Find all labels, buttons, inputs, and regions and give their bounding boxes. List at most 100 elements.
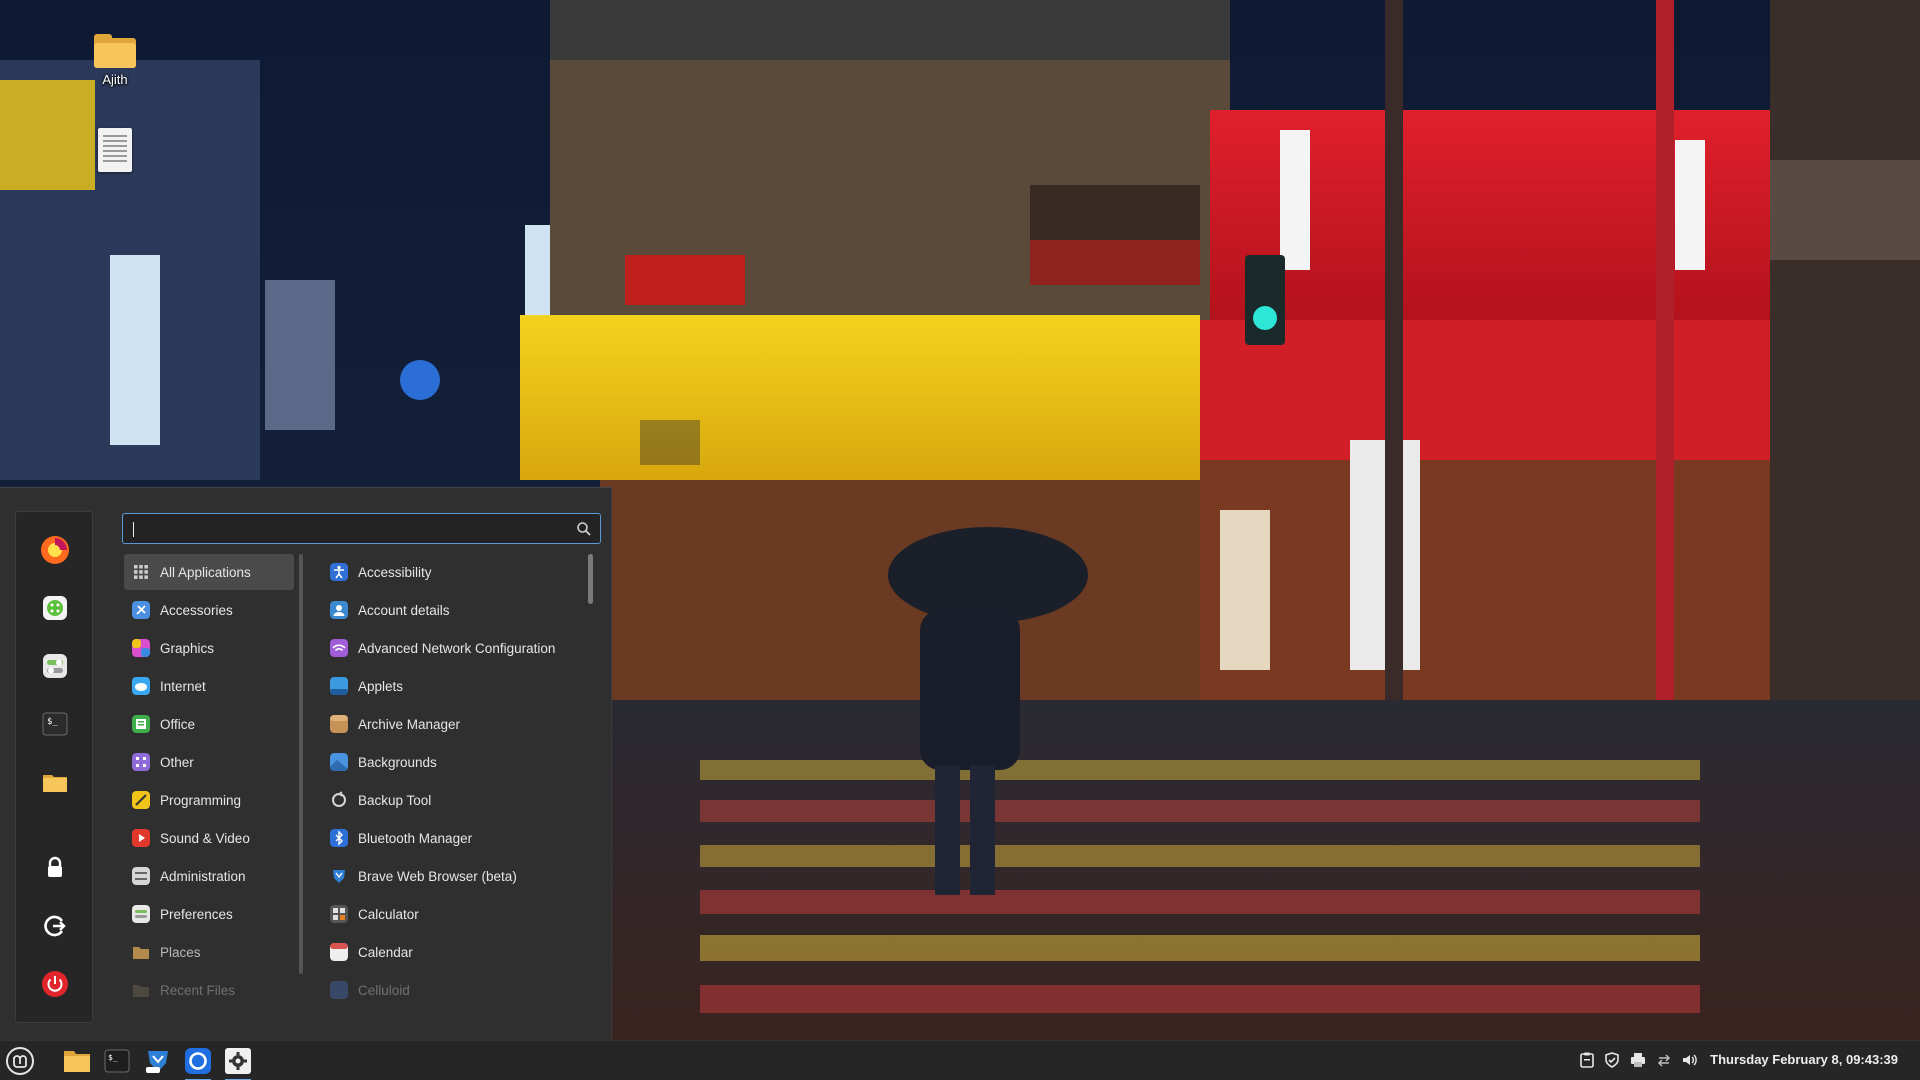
tray-network[interactable] bbox=[1655, 1051, 1673, 1069]
app-accessibility[interactable]: Accessibility bbox=[322, 554, 584, 590]
category-label: Programming bbox=[160, 792, 242, 808]
printer-icon bbox=[1631, 1053, 1645, 1067]
svg-text:$_: $_ bbox=[47, 717, 58, 727]
app-label: Advanced Network Configuration bbox=[358, 640, 556, 656]
app-label: Applets bbox=[358, 678, 404, 694]
recent-files-icon bbox=[133, 985, 149, 997]
clock-datetime[interactable]: Thursday February 8, 09:43:39 bbox=[1710, 1052, 1898, 1067]
bluetooth-icon bbox=[330, 829, 348, 847]
category-preferences[interactable]: Preferences bbox=[124, 896, 294, 932]
power-icon bbox=[42, 971, 68, 997]
category-office[interactable]: Office bbox=[124, 706, 294, 742]
category-label: All Applications bbox=[160, 564, 251, 580]
tray-update-manager[interactable] bbox=[1603, 1051, 1621, 1069]
graphics-icon bbox=[132, 639, 150, 657]
launcher-files[interactable] bbox=[60, 1045, 94, 1077]
category-label: Preferences bbox=[160, 906, 233, 922]
launcher-settings[interactable] bbox=[221, 1045, 255, 1080]
folder-icon bbox=[43, 775, 67, 792]
settings-toggle-icon bbox=[43, 654, 67, 678]
favorite-files[interactable] bbox=[37, 764, 73, 800]
places-folder-icon bbox=[133, 947, 149, 959]
sound-video-icon bbox=[132, 829, 150, 847]
app-applets[interactable]: Applets bbox=[322, 668, 584, 704]
browser-ring-icon bbox=[185, 1048, 211, 1074]
category-label: Internet bbox=[160, 678, 206, 694]
calculator-icon bbox=[330, 905, 348, 923]
app-calculator[interactable]: Calculator bbox=[322, 896, 584, 932]
category-graphics[interactable]: Graphics bbox=[124, 630, 294, 666]
category-programming[interactable]: Programming bbox=[124, 782, 294, 818]
favorite-terminal[interactable]: $_ bbox=[37, 706, 73, 742]
logout-icon bbox=[44, 915, 66, 937]
text-caret bbox=[133, 522, 134, 537]
category-all-applications[interactable]: All Applications bbox=[124, 554, 294, 590]
network-config-icon bbox=[330, 639, 348, 657]
category-administration[interactable]: Administration bbox=[124, 858, 294, 894]
search-input[interactable] bbox=[122, 513, 601, 544]
desktop-icon-label: Ajith bbox=[102, 72, 128, 87]
app-label: Archive Manager bbox=[358, 716, 461, 732]
favorite-system-settings[interactable] bbox=[37, 648, 73, 684]
grid-icon bbox=[134, 565, 148, 579]
app-label: Accessibility bbox=[358, 564, 432, 580]
app-celluloid[interactable]: Celluloid bbox=[322, 972, 584, 1008]
app-archive-manager[interactable]: Archive Manager bbox=[322, 706, 584, 742]
desktop-icon-home-folder[interactable]: Ajith bbox=[70, 34, 160, 87]
other-icon bbox=[132, 753, 150, 771]
app-backup-tool[interactable]: Backup Tool bbox=[322, 782, 584, 818]
search-icon[interactable] bbox=[576, 521, 592, 537]
category-recent-files[interactable]: Recent Files bbox=[124, 972, 294, 1004]
app-label: Calendar bbox=[358, 944, 413, 960]
internet-icon bbox=[132, 677, 150, 695]
backup-tool-icon bbox=[332, 791, 346, 807]
launcher-brave[interactable] bbox=[181, 1045, 215, 1080]
category-label: Administration bbox=[160, 868, 246, 884]
app-label: Celluloid bbox=[358, 982, 410, 998]
category-sound-video[interactable]: Sound & Video bbox=[124, 820, 294, 856]
favorite-lock-screen[interactable] bbox=[37, 850, 73, 886]
favorite-firefox[interactable] bbox=[37, 532, 73, 568]
tray-printer[interactable] bbox=[1629, 1051, 1647, 1069]
preferences-icon bbox=[132, 905, 150, 923]
launcher-terminal[interactable]: $_ bbox=[100, 1045, 134, 1077]
category-label: Accessories bbox=[160, 602, 233, 618]
terminal-icon: $_ bbox=[104, 1049, 130, 1073]
app-calendar[interactable]: Calendar bbox=[322, 934, 584, 970]
category-accessories[interactable]: Accessories bbox=[124, 592, 294, 628]
category-places[interactable]: Places bbox=[124, 934, 294, 970]
svg-text:$_: $_ bbox=[108, 1053, 118, 1062]
launcher-brave-beta[interactable] bbox=[141, 1045, 175, 1077]
category-label: Office bbox=[160, 716, 196, 732]
category-label: Other bbox=[160, 754, 194, 770]
app-account-details[interactable]: Account details bbox=[322, 592, 584, 628]
app-label: Backgrounds bbox=[358, 754, 437, 770]
app-label: Calculator bbox=[358, 906, 419, 922]
app-advanced-network-configuration[interactable]: Advanced Network Configuration bbox=[322, 630, 584, 666]
tray-volume[interactable] bbox=[1680, 1051, 1698, 1069]
app-backgrounds[interactable]: Backgrounds bbox=[322, 744, 584, 780]
category-internet[interactable]: Internet bbox=[124, 668, 294, 704]
app-brave-web-browser-beta[interactable]: Brave Web Browser (beta) bbox=[322, 858, 584, 894]
app-label: Bluetooth Manager bbox=[358, 830, 473, 846]
favorite-software-manager[interactable] bbox=[37, 590, 73, 626]
app-label: Account details bbox=[358, 602, 450, 618]
terminal-icon: $_ bbox=[42, 712, 68, 736]
application-list: Accessibility Account details Advanced N… bbox=[322, 554, 584, 1029]
programming-icon bbox=[132, 791, 150, 809]
app-list-scrollbar[interactable] bbox=[588, 554, 593, 604]
favorites-sidebar: $_ bbox=[15, 511, 93, 1023]
favorite-logout[interactable] bbox=[37, 908, 73, 944]
software-manager-icon bbox=[43, 596, 67, 620]
firefox-icon bbox=[41, 536, 69, 564]
menu-button[interactable] bbox=[3, 1045, 37, 1077]
favorite-shutdown[interactable] bbox=[37, 966, 73, 1002]
category-scroll-divider bbox=[299, 554, 303, 974]
tray-clipboard[interactable] bbox=[1578, 1051, 1596, 1069]
volume-icon bbox=[1683, 1054, 1697, 1066]
shield-update-icon bbox=[1605, 1052, 1619, 1068]
app-bluetooth-manager[interactable]: Bluetooth Manager bbox=[322, 820, 584, 856]
category-other[interactable]: Other bbox=[124, 744, 294, 780]
desktop-icon-document[interactable] bbox=[70, 128, 160, 172]
app-label: Brave Web Browser (beta) bbox=[358, 868, 517, 884]
